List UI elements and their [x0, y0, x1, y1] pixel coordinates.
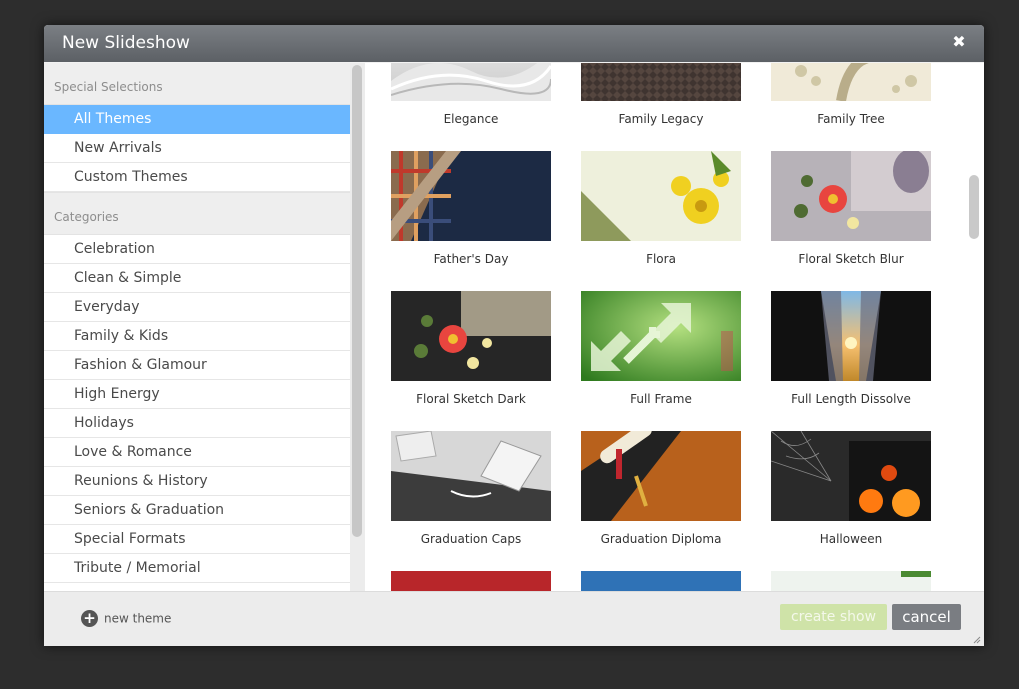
new-theme-label: new theme — [104, 611, 172, 626]
graduation-caps-thumbnail — [391, 431, 551, 521]
theme-name: Father's Day — [433, 252, 509, 266]
theme-name: Family Legacy — [618, 112, 704, 126]
sidebar-item-reunions-history[interactable]: Reunions & History — [44, 467, 350, 496]
sidebar-item-seniors-graduation[interactable]: Seniors & Graduation — [44, 496, 350, 525]
theme-tile-halloween[interactable]: Halloween — [771, 431, 931, 546]
theme-name: Graduation Diploma — [600, 532, 722, 546]
sidebar-item-holidays[interactable]: Holidays — [44, 409, 350, 438]
theme-name: Full Length Dissolve — [791, 392, 911, 406]
sidebar-scrollbar-thumb[interactable] — [352, 65, 362, 537]
theme-tile-flora[interactable]: Flora — [581, 151, 741, 266]
theme-tile-graduation-diploma[interactable]: Graduation Diploma — [581, 431, 741, 546]
new-slideshow-dialog: New Slideshow ✖ Special Selections All T… — [44, 25, 984, 646]
plus-circle-icon: + — [81, 610, 98, 627]
sidebar-item-all-themes[interactable]: All Themes — [44, 105, 350, 134]
theme-name: Floral Sketch Blur — [798, 252, 904, 266]
sidebar-item-new-arrivals[interactable]: New Arrivals — [44, 134, 350, 163]
theme-name: Elegance — [443, 112, 499, 126]
sidebar-item-special-formats[interactable]: Special Formats — [44, 525, 350, 554]
sidebar-item-custom-themes[interactable]: Custom Themes — [44, 163, 350, 192]
theme-tile-graduation-caps[interactable]: Graduation Caps — [391, 431, 551, 546]
special-selections-header: Special Selections — [44, 63, 350, 105]
elegance-thumbnail — [391, 63, 551, 101]
sidebar-item-celebration[interactable]: Celebration — [44, 235, 350, 264]
dialog-title: New Slideshow — [62, 33, 190, 53]
theme-name: Family Tree — [817, 112, 885, 126]
graduation-diploma-thumbnail — [581, 431, 741, 521]
halloween-thumbnail — [771, 431, 931, 521]
theme-tile-full-length-dissolve[interactable]: Full Length Dissolve — [771, 291, 931, 406]
dialog-footer: + new theme create show cancel — [44, 591, 984, 646]
floral-sketch-dark-thumbnail — [391, 291, 551, 381]
new-theme-button[interactable]: + new theme — [81, 610, 171, 627]
cancel-button[interactable]: cancel — [892, 604, 961, 630]
fathers-day-thumbnail — [391, 151, 551, 241]
sidebar-item-fashion-glamour[interactable]: Fashion & Glamour — [44, 351, 350, 380]
theme-name: Graduation Caps — [420, 532, 522, 546]
theme-name: Halloween — [819, 532, 883, 546]
floral-sketch-blur-thumbnail — [771, 151, 931, 241]
partial-theme-thumbnail — [771, 571, 931, 591]
theme-tile-family-legacy[interactable]: Family Legacy — [581, 63, 741, 126]
sidebar-item-clean-simple[interactable]: Clean & Simple — [44, 264, 350, 293]
theme-tile-elegance[interactable]: Elegance — [391, 63, 551, 126]
theme-tile-partial-blue[interactable] — [581, 571, 741, 591]
theme-tile-fathers-day[interactable]: Father's Day — [391, 151, 551, 266]
full-length-dissolve-thumbnail — [771, 291, 931, 381]
sidebar-item-everyday[interactable]: Everyday — [44, 293, 350, 322]
family-legacy-thumbnail — [581, 63, 741, 101]
theme-tile-full-frame[interactable]: Full Frame — [581, 291, 741, 406]
theme-tile-partial-red[interactable] — [391, 571, 551, 591]
sidebar-scrollbar[interactable] — [350, 63, 365, 591]
theme-tile-floral-sketch-dark[interactable]: Floral Sketch Dark — [391, 291, 551, 406]
create-show-button[interactable]: create show — [780, 604, 887, 630]
gallery-scrollbar[interactable] — [964, 63, 984, 591]
theme-tile-partial-white[interactable] — [771, 571, 931, 591]
theme-name: Floral Sketch Dark — [416, 392, 526, 406]
dialog-titlebar: New Slideshow ✖ — [44, 25, 984, 62]
sidebar-item-family-kids[interactable]: Family & Kids — [44, 322, 350, 351]
theme-category-sidebar: Special Selections All Themes New Arriva… — [44, 63, 350, 591]
partial-theme-thumbnail — [581, 571, 741, 591]
resize-grip-icon[interactable] — [973, 636, 981, 644]
family-tree-thumbnail — [771, 63, 931, 101]
theme-gallery: Elegance Family Legacy Family Tree Fathe… — [365, 63, 984, 591]
sidebar-item-love-romance[interactable]: Love & Romance — [44, 438, 350, 467]
partial-theme-thumbnail — [391, 571, 551, 591]
full-frame-thumbnail — [581, 291, 741, 381]
flora-thumbnail — [581, 151, 741, 241]
sidebar-item-tribute-memorial[interactable]: Tribute / Memorial — [44, 554, 350, 583]
categories-header: Categories — [44, 192, 350, 235]
gallery-scrollbar-thumb[interactable] — [969, 175, 979, 239]
theme-name: Flora — [646, 252, 676, 266]
close-icon[interactable]: ✖ — [952, 34, 966, 50]
sidebar-item-high-energy[interactable]: High Energy — [44, 380, 350, 409]
theme-tile-floral-sketch-blur[interactable]: Floral Sketch Blur — [771, 151, 931, 266]
theme-tile-family-tree[interactable]: Family Tree — [771, 63, 931, 126]
theme-name: Full Frame — [630, 392, 692, 406]
